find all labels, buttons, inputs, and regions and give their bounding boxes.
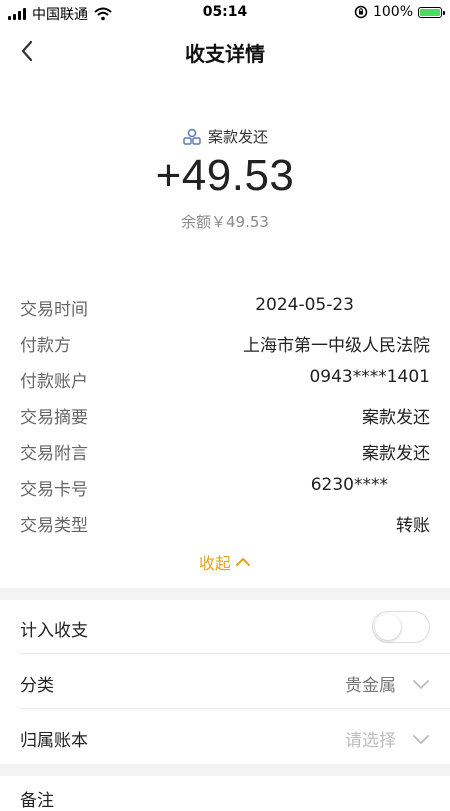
note-label: 备注 xyxy=(20,791,54,811)
category-tag-label: 案款发还 xyxy=(207,128,268,146)
ledger-selector: 请选择 xyxy=(345,726,430,751)
toggle-knob xyxy=(375,614,401,640)
chevron-down-icon xyxy=(413,734,429,744)
transaction-amount: +49.53 xyxy=(155,151,295,200)
category-value: 贵金属 xyxy=(345,676,396,696)
include-in-stats-label: 计入收支 xyxy=(20,621,88,641)
detail-row-time: 交易时间 2024-05-23 xyxy=(0,287,450,323)
balance-text: 余额￥49.53 xyxy=(181,213,269,231)
detail-value: 转账 xyxy=(396,516,430,536)
detail-value: 案款发还 xyxy=(362,408,430,428)
detail-row-summary: 交易摘要 案款发还 xyxy=(0,395,450,431)
section-separator xyxy=(0,764,450,776)
ledger-label: 归属账本 xyxy=(20,731,88,751)
ledger-placeholder: 请选择 xyxy=(345,731,396,751)
detail-label: 交易附言 xyxy=(20,444,88,464)
chevron-up-icon xyxy=(236,558,250,566)
category-row[interactable]: 分类 贵金属 xyxy=(0,655,450,709)
section-separator xyxy=(0,588,450,600)
page-title: 收支详情 xyxy=(185,42,265,66)
chevron-down-icon xyxy=(413,679,429,689)
battery-percent: 100% xyxy=(372,4,413,20)
detail-value: 6230**** xyxy=(310,475,388,495)
detail-value: 0943****1401 xyxy=(309,367,430,387)
detail-label: 交易类型 xyxy=(20,516,88,536)
collapse-button[interactable]: 收起 xyxy=(0,550,450,574)
detail-value: 上海市第一中级人民法院 xyxy=(243,336,430,356)
detail-row-remark: 交易附言 案款发还 xyxy=(0,431,450,467)
include-in-stats-toggle[interactable] xyxy=(372,611,430,643)
detail-label: 付款方 xyxy=(20,336,71,356)
detail-label: 付款账户 xyxy=(20,372,88,392)
collapse-label: 收起 xyxy=(198,554,231,573)
category-label: 分类 xyxy=(20,676,54,696)
battery-icon xyxy=(418,6,445,18)
include-in-stats-row: 计入收支 xyxy=(0,600,450,654)
orientation-lock-icon xyxy=(354,5,368,19)
detail-row-payer: 付款方 上海市第一中级人民法院 xyxy=(0,323,450,359)
category-tag: 案款发还 xyxy=(0,126,450,147)
detail-value: 2024-05-23 xyxy=(255,295,354,315)
battery-fill xyxy=(420,8,440,16)
detail-label: 交易卡号 xyxy=(20,480,88,500)
row-divider xyxy=(20,708,450,709)
category-selector: 贵金属 xyxy=(345,671,430,696)
status-right: 100% xyxy=(354,4,445,20)
row-divider xyxy=(20,653,450,654)
nav-bar: 收支详情 xyxy=(0,26,450,76)
detail-row-type: 交易类型 转账 xyxy=(0,503,450,539)
detail-row-card: 交易卡号 6230**** xyxy=(0,467,450,503)
detail-row-payer-account: 付款账户 0943****1401 xyxy=(0,359,450,395)
detail-value: 案款发还 xyxy=(362,444,430,464)
category-icon xyxy=(183,128,201,145)
transaction-summary: 案款发还 +49.53 余额￥49.53 xyxy=(0,120,450,232)
detail-label: 交易时间 xyxy=(20,300,88,320)
ledger-row[interactable]: 归属账本 请选择 xyxy=(0,710,450,764)
status-bar: 中国联通 05:14 100% xyxy=(0,0,450,26)
detail-label: 交易摘要 xyxy=(20,408,88,428)
